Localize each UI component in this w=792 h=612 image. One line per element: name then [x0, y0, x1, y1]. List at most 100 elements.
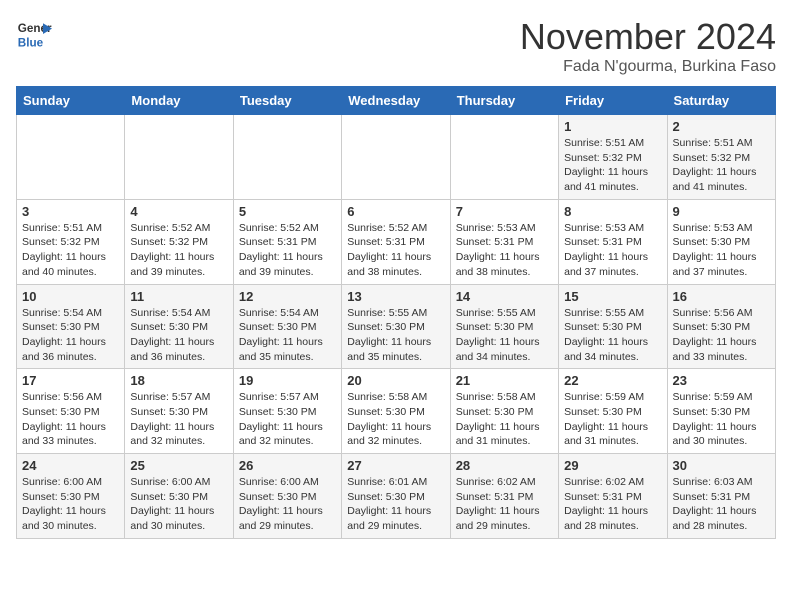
- calendar-cell: [17, 115, 125, 200]
- weekday-header-wednesday: Wednesday: [342, 87, 450, 115]
- calendar-cell: 24 Sunrise: 6:00 AM Sunset: 5:30 PM Dayli…: [17, 454, 125, 539]
- day-number: 26: [239, 458, 336, 473]
- day-info: Sunrise: 5:56 AM Sunset: 5:30 PM Dayligh…: [673, 306, 770, 365]
- week-row-4: 17 Sunrise: 5:56 AM Sunset: 5:30 PM Dayli…: [17, 369, 776, 454]
- calendar-cell: 1 Sunrise: 5:51 AM Sunset: 5:32 PM Daylig…: [559, 115, 667, 200]
- day-number: 15: [564, 289, 661, 304]
- day-number: 18: [130, 373, 227, 388]
- day-info: Sunrise: 5:57 AM Sunset: 5:30 PM Dayligh…: [130, 390, 227, 449]
- day-info: Sunrise: 5:53 AM Sunset: 5:31 PM Dayligh…: [564, 221, 661, 280]
- day-number: 24: [22, 458, 119, 473]
- day-info: Sunrise: 6:01 AM Sunset: 5:30 PM Dayligh…: [347, 475, 444, 534]
- location-title: Fada N'gourma, Burkina Faso: [520, 58, 776, 76]
- day-info: Sunrise: 5:51 AM Sunset: 5:32 PM Dayligh…: [564, 136, 661, 195]
- day-info: Sunrise: 5:52 AM Sunset: 5:32 PM Dayligh…: [130, 221, 227, 280]
- week-row-5: 24 Sunrise: 6:00 AM Sunset: 5:30 PM Dayli…: [17, 454, 776, 539]
- calendar-cell: 29 Sunrise: 6:02 AM Sunset: 5:31 PM Dayli…: [559, 454, 667, 539]
- calendar-cell: 28 Sunrise: 6:02 AM Sunset: 5:31 PM Dayli…: [450, 454, 558, 539]
- logo: GeneralBlue: [16, 16, 52, 52]
- weekday-header-saturday: Saturday: [667, 87, 775, 115]
- calendar-cell: 30Sunrise: 6:03 AM Sunset: 5:31 PM Dayli…: [667, 454, 775, 539]
- calendar-cell: 26 Sunrise: 6:00 AM Sunset: 5:30 PM Dayli…: [233, 454, 341, 539]
- calendar-cell: 19Sunrise: 5:57 AM Sunset: 5:30 PM Dayli…: [233, 369, 341, 454]
- day-number: 13: [347, 289, 444, 304]
- day-info: Sunrise: 5:58 AM Sunset: 5:30 PM Dayligh…: [347, 390, 444, 449]
- calendar-table: SundayMondayTuesdayWednesdayThursdayFrid…: [16, 86, 776, 539]
- calendar-cell: 23 Sunrise: 5:59 AM Sunset: 5:30 PM Dayli…: [667, 369, 775, 454]
- day-number: 12: [239, 289, 336, 304]
- day-info: Sunrise: 5:52 AM Sunset: 5:31 PM Dayligh…: [239, 221, 336, 280]
- calendar-cell: 7 Sunrise: 5:53 AM Sunset: 5:31 PM Daylig…: [450, 199, 558, 284]
- day-number: 23: [673, 373, 770, 388]
- day-info: Sunrise: 5:59 AM Sunset: 5:30 PM Dayligh…: [673, 390, 770, 449]
- day-info: Sunrise: 5:51 AM Sunset: 5:32 PM Dayligh…: [673, 136, 770, 195]
- calendar-cell: 13Sunrise: 5:55 AM Sunset: 5:30 PM Dayli…: [342, 284, 450, 369]
- calendar-cell: 9Sunrise: 5:53 AM Sunset: 5:30 PM Daylig…: [667, 199, 775, 284]
- calendar-cell: 12Sunrise: 5:54 AM Sunset: 5:30 PM Dayli…: [233, 284, 341, 369]
- day-number: 27: [347, 458, 444, 473]
- calendar-cell: 21 Sunrise: 5:58 AM Sunset: 5:30 PM Dayli…: [450, 369, 558, 454]
- page-header: GeneralBlue November 2024 Fada N'gourma,…: [16, 16, 776, 76]
- calendar-cell: 18 Sunrise: 5:57 AM Sunset: 5:30 PM Dayli…: [125, 369, 233, 454]
- day-number: 3: [22, 204, 119, 219]
- calendar-cell: 16 Sunrise: 5:56 AM Sunset: 5:30 PM Dayli…: [667, 284, 775, 369]
- title-block: November 2024 Fada N'gourma, Burkina Fas…: [520, 16, 776, 76]
- calendar-cell: 27 Sunrise: 6:01 AM Sunset: 5:30 PM Dayli…: [342, 454, 450, 539]
- calendar-cell: 8 Sunrise: 5:53 AM Sunset: 5:31 PM Daylig…: [559, 199, 667, 284]
- calendar-cell: 14Sunrise: 5:55 AM Sunset: 5:30 PM Dayli…: [450, 284, 558, 369]
- svg-text:Blue: Blue: [18, 37, 44, 50]
- day-number: 28: [456, 458, 553, 473]
- day-number: 25: [130, 458, 227, 473]
- day-info: Sunrise: 5:59 AM Sunset: 5:30 PM Dayligh…: [564, 390, 661, 449]
- week-row-2: 3 Sunrise: 5:51 AM Sunset: 5:32 PM Daylig…: [17, 199, 776, 284]
- calendar-cell: 2 Sunrise: 5:51 AM Sunset: 5:32 PM Daylig…: [667, 115, 775, 200]
- day-number: 10: [22, 289, 119, 304]
- day-info: Sunrise: 5:53 AM Sunset: 5:31 PM Dayligh…: [456, 221, 553, 280]
- week-row-1: 1 Sunrise: 5:51 AM Sunset: 5:32 PM Daylig…: [17, 115, 776, 200]
- calendar-cell: [450, 115, 558, 200]
- day-number: 30: [673, 458, 770, 473]
- calendar-cell: 5 Sunrise: 5:52 AM Sunset: 5:31 PM Daylig…: [233, 199, 341, 284]
- day-number: 7: [456, 204, 553, 219]
- calendar-cell: 17 Sunrise: 5:56 AM Sunset: 5:30 PM Dayli…: [17, 369, 125, 454]
- logo-icon: GeneralBlue: [16, 16, 52, 52]
- weekday-header-sunday: Sunday: [17, 87, 125, 115]
- calendar-cell: [125, 115, 233, 200]
- day-number: 8: [564, 204, 661, 219]
- day-info: Sunrise: 5:58 AM Sunset: 5:30 PM Dayligh…: [456, 390, 553, 449]
- day-info: Sunrise: 6:02 AM Sunset: 5:31 PM Dayligh…: [456, 475, 553, 534]
- weekday-header-monday: Monday: [125, 87, 233, 115]
- day-number: 1: [564, 119, 661, 134]
- day-number: 22: [564, 373, 661, 388]
- calendar-cell: [342, 115, 450, 200]
- week-row-3: 10 Sunrise: 5:54 AM Sunset: 5:30 PM Dayli…: [17, 284, 776, 369]
- day-info: Sunrise: 5:55 AM Sunset: 5:30 PM Dayligh…: [564, 306, 661, 365]
- calendar-cell: 11Sunrise: 5:54 AM Sunset: 5:30 PM Dayli…: [125, 284, 233, 369]
- calendar-cell: 15 Sunrise: 5:55 AM Sunset: 5:30 PM Dayli…: [559, 284, 667, 369]
- calendar-cell: 20 Sunrise: 5:58 AM Sunset: 5:30 PM Dayli…: [342, 369, 450, 454]
- day-number: 19: [239, 373, 336, 388]
- weekday-header-row: SundayMondayTuesdayWednesdayThursdayFrid…: [17, 87, 776, 115]
- day-info: Sunrise: 5:54 AM Sunset: 5:30 PM Dayligh…: [22, 306, 119, 365]
- calendar-cell: 10 Sunrise: 5:54 AM Sunset: 5:30 PM Dayli…: [17, 284, 125, 369]
- day-number: 4: [130, 204, 227, 219]
- day-number: 17: [22, 373, 119, 388]
- calendar-cell: 3 Sunrise: 5:51 AM Sunset: 5:32 PM Daylig…: [17, 199, 125, 284]
- day-number: 29: [564, 458, 661, 473]
- day-number: 2: [673, 119, 770, 134]
- day-number: 20: [347, 373, 444, 388]
- day-number: 5: [239, 204, 336, 219]
- day-info: Sunrise: 5:53 AM Sunset: 5:30 PM Dayligh…: [673, 221, 770, 280]
- day-info: Sunrise: 5:51 AM Sunset: 5:32 PM Dayligh…: [22, 221, 119, 280]
- day-info: Sunrise: 5:56 AM Sunset: 5:30 PM Dayligh…: [22, 390, 119, 449]
- weekday-header-friday: Friday: [559, 87, 667, 115]
- day-number: 16: [673, 289, 770, 304]
- weekday-header-tuesday: Tuesday: [233, 87, 341, 115]
- day-info: Sunrise: 6:00 AM Sunset: 5:30 PM Dayligh…: [22, 475, 119, 534]
- calendar-cell: 22 Sunrise: 5:59 AM Sunset: 5:30 PM Dayli…: [559, 369, 667, 454]
- weekday-header-thursday: Thursday: [450, 87, 558, 115]
- calendar-cell: 4 Sunrise: 5:52 AM Sunset: 5:32 PM Daylig…: [125, 199, 233, 284]
- day-info: Sunrise: 6:00 AM Sunset: 5:30 PM Dayligh…: [239, 475, 336, 534]
- day-info: Sunrise: 6:02 AM Sunset: 5:31 PM Dayligh…: [564, 475, 661, 534]
- day-number: 21: [456, 373, 553, 388]
